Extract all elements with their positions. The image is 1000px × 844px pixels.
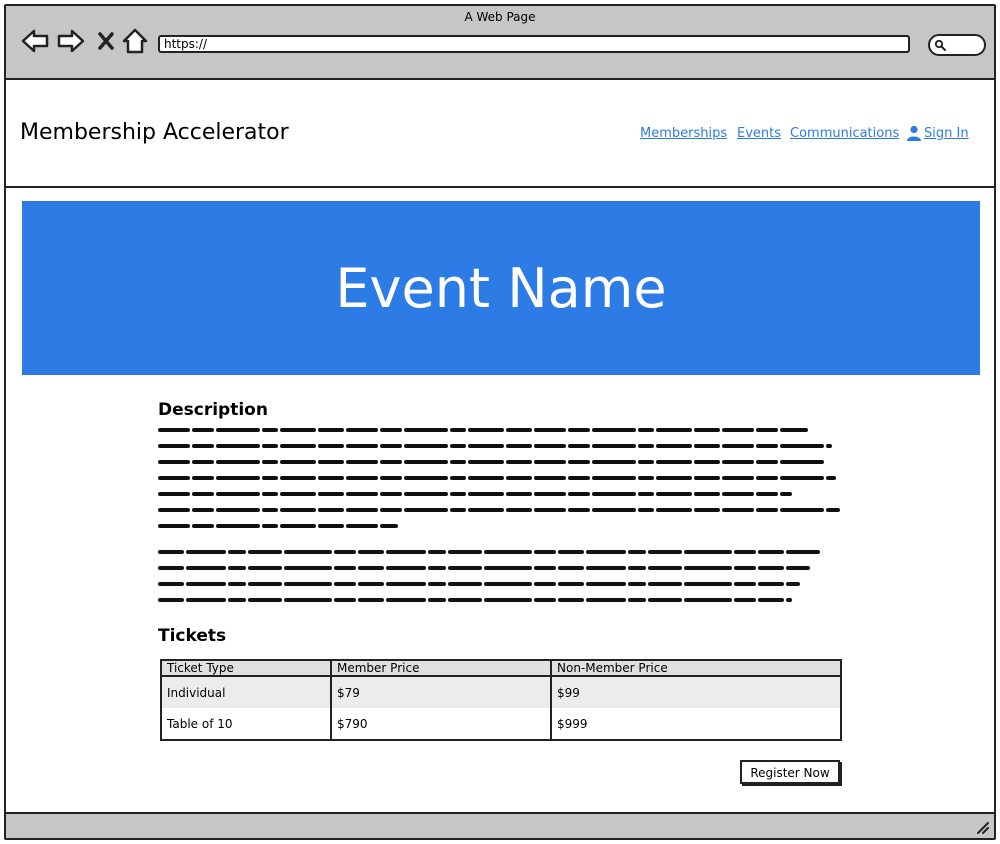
nav-communications-link[interactable]: Communications xyxy=(790,126,899,141)
tickets-heading: Tickets xyxy=(158,626,227,646)
brand-title: Membership Accelerator xyxy=(20,120,289,145)
browser-search-box[interactable] xyxy=(928,34,986,56)
description-section: Description xyxy=(158,400,848,608)
site-header: Membership Accelerator Memberships Event… xyxy=(6,80,994,188)
search-icon xyxy=(934,39,946,51)
status-bar xyxy=(6,812,994,838)
event-title: Event Name xyxy=(335,256,667,320)
table-cell: Individual xyxy=(161,676,332,709)
description-heading: Description xyxy=(158,400,268,420)
resize-grip-icon[interactable] xyxy=(976,821,990,835)
table-header-row: Ticket Type Member Price Non-Member Pric… xyxy=(161,660,841,678)
table-cell: $79 xyxy=(331,676,552,709)
event-hero-banner: Event Name xyxy=(22,201,980,375)
browser-window: A Web Page https:// Membership Accelerat… xyxy=(4,4,996,840)
nav-memberships-link[interactable]: Memberships xyxy=(640,126,727,141)
close-x-icon[interactable] xyxy=(92,26,122,56)
description-placeholder-text xyxy=(158,428,840,528)
nav-sign-in-link[interactable]: Sign In xyxy=(924,126,969,141)
home-icon[interactable] xyxy=(120,26,150,56)
address-bar[interactable]: https:// xyxy=(158,35,910,53)
window-title: A Web Page xyxy=(464,10,536,24)
register-now-button[interactable]: Register Now xyxy=(740,760,840,784)
table-row: Table of 10 $790 $999 xyxy=(161,708,841,740)
back-arrow-icon[interactable] xyxy=(20,26,50,56)
column-header: Member Price xyxy=(331,660,552,678)
table-cell: Table of 10 xyxy=(161,708,332,740)
table-row: Individual $79 $99 xyxy=(161,676,841,709)
tickets-table: Ticket Type Member Price Non-Member Pric… xyxy=(160,659,842,741)
nav-events-link[interactable]: Events xyxy=(737,126,781,141)
user-icon[interactable] xyxy=(906,125,922,141)
column-header: Ticket Type xyxy=(161,660,332,678)
table-cell: $790 xyxy=(331,708,552,740)
column-header: Non-Member Price xyxy=(551,660,841,678)
forward-arrow-icon[interactable] xyxy=(56,26,86,56)
table-cell: $999 xyxy=(551,708,841,740)
browser-chrome: A Web Page https:// xyxy=(6,6,994,80)
description-placeholder-text-2 xyxy=(158,550,820,602)
table-cell: $99 xyxy=(551,676,841,709)
